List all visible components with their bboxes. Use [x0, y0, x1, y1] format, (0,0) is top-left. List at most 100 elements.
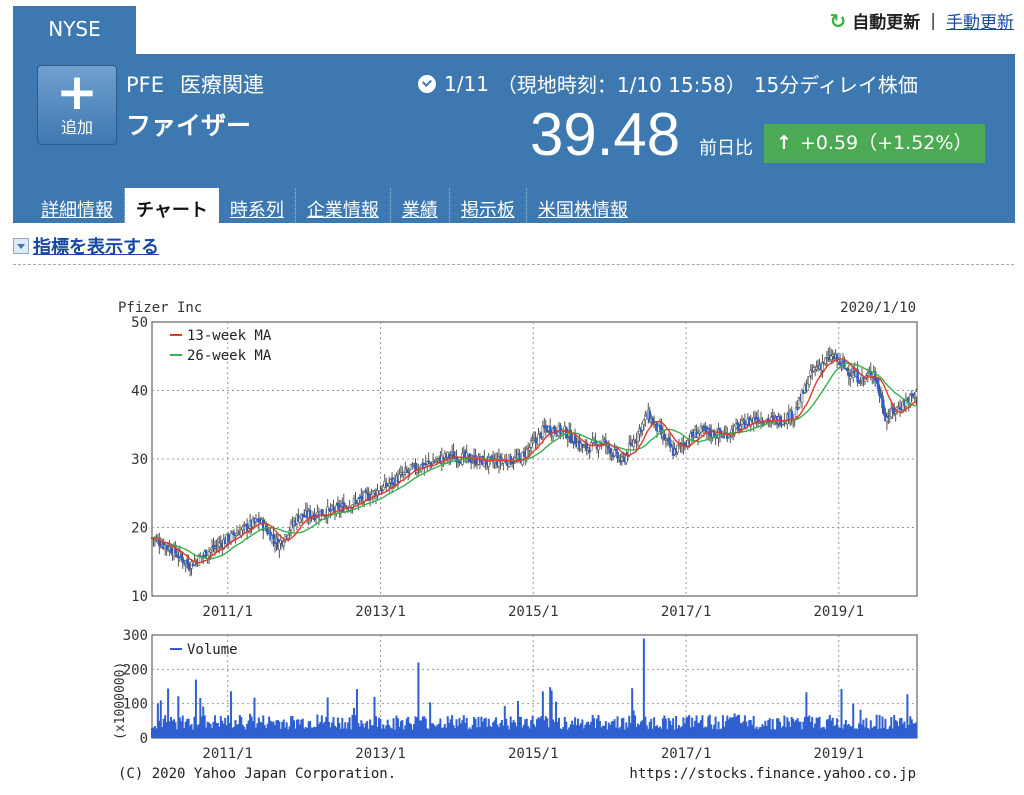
candle-body: [876, 379, 880, 390]
volume-axis-unit: (x1000000): [113, 662, 128, 740]
auto-refresh-label[interactable]: 自動更新: [852, 8, 920, 33]
candle-body: [614, 448, 618, 451]
candle-body: [209, 549, 212, 553]
volume-x-tick-label: 2013/1: [355, 746, 406, 762]
price-change-value: +0.59（+1.52%）: [799, 132, 973, 154]
candle-body: [398, 474, 401, 482]
price-x-tick-label: 2019/1: [813, 604, 864, 620]
candle-body: [518, 452, 521, 458]
candle-body: [229, 532, 233, 542]
sector-label: 医療関連: [180, 73, 265, 97]
candle-body: [739, 425, 742, 430]
time-info: 1/11 （現地時刻：1/10 15:58） 15分ディレイ株価: [418, 69, 918, 98]
tab-4[interactable]: 業績: [391, 188, 450, 223]
candle-body: [846, 368, 849, 371]
candle-body: [414, 462, 417, 471]
footer-copyright: (C) 2020 Yahoo Japan Corporation.: [118, 766, 396, 782]
candle-body: [740, 420, 744, 425]
candle-body: [582, 445, 586, 448]
candle-body: [847, 372, 851, 377]
tab-1[interactable]: チャート: [125, 188, 219, 223]
candle-body: [825, 357, 829, 360]
tab-0[interactable]: 詳細情報: [13, 188, 125, 223]
price-chart: 102030405001002003002011/12011/12013/120…: [113, 300, 918, 782]
tab-6[interactable]: 米国株情報: [527, 188, 639, 223]
candle-body: [914, 391, 918, 397]
candle-body: [357, 498, 360, 504]
candle-body: [449, 455, 452, 458]
ticker-symbol: PFE: [126, 73, 165, 97]
add-button-label: 追加: [60, 118, 93, 137]
refresh-separator: |: [930, 10, 936, 31]
candle-body: [474, 455, 477, 465]
candle-body: [188, 569, 192, 572]
chart-date: 2020/1/10: [840, 300, 916, 316]
price-change-badge: ↑ +0.59（+1.52%）: [764, 124, 985, 163]
delay-note: 15分ディレイ株価: [753, 73, 918, 97]
candle-body: [796, 408, 799, 411]
candle-body: [436, 458, 439, 460]
show-indicators-link[interactable]: 指標を表示する: [13, 233, 159, 259]
legend-ma26-label: 26-week MA: [187, 348, 272, 364]
candle-body: [859, 382, 862, 384]
candle-body: [521, 452, 524, 465]
candle-body: [406, 471, 410, 474]
candle-body: [699, 426, 703, 433]
candle-body: [241, 526, 245, 531]
candle-body: [282, 541, 286, 546]
candle-body: [616, 451, 619, 459]
candle-body: [589, 441, 593, 452]
candle-body: [201, 555, 205, 557]
stock-tabs: 詳細情報 チャート 時系列 企業情報 業績 掲示板 米国株情報: [13, 188, 639, 223]
price-y-tick-label: 20: [131, 521, 148, 537]
legend-volume-label: Volume: [187, 642, 238, 658]
volume-x-tick-label: 2015/1: [508, 746, 559, 762]
plus-icon: +: [56, 63, 98, 121]
candle-body: [442, 457, 445, 460]
candle-body: [365, 492, 369, 494]
company-name: ファイザー: [126, 111, 252, 140]
price-y-tick-label: 10: [131, 589, 148, 605]
diff-label: 前日比: [699, 138, 753, 159]
candle-body: [866, 373, 870, 376]
tab-5[interactable]: 掲示板: [450, 188, 527, 223]
candle-body: [531, 440, 534, 444]
candle-body: [434, 460, 438, 463]
candle-body: [528, 447, 531, 451]
candle-body: [471, 460, 474, 463]
candle-body: [213, 546, 217, 549]
candle-body: [422, 464, 426, 468]
add-button[interactable]: + 追加: [37, 65, 117, 145]
candle-body: [807, 375, 811, 386]
candle-body: [642, 419, 646, 425]
candle-body: [597, 445, 600, 451]
candle-body: [894, 411, 897, 414]
volume-y-tick-label: 0: [140, 731, 148, 747]
candle-body: [187, 562, 190, 570]
expand-toggle-icon[interactable]: [13, 238, 29, 254]
quote-date: 1/11: [444, 71, 489, 96]
price-x-tick-label: 2017/1: [661, 604, 712, 620]
refresh-controls: ↻ 自動更新 | 手動更新: [830, 8, 1015, 34]
candle-body: [234, 535, 237, 538]
candle-body: [566, 437, 570, 439]
price-x-tick-label: 2011/1: [202, 604, 253, 620]
volume-y-tick-label: 300: [123, 628, 148, 644]
candle-body: [696, 433, 700, 438]
candle-body: [362, 492, 366, 502]
candle-body: [427, 460, 430, 462]
chart-title: Pfizer Inc: [118, 300, 202, 316]
candle-body: [411, 465, 414, 468]
candle-body: [302, 515, 306, 518]
legend-ma13-label: 13-week MA: [187, 328, 272, 344]
volume-x-tick-label: 2017/1: [661, 746, 712, 762]
check-clock-icon: [418, 74, 436, 93]
local-time: （現地時刻：1/10 15:58）: [496, 73, 746, 97]
tab-3[interactable]: 企業情報: [296, 188, 391, 223]
tab-2[interactable]: 時系列: [219, 188, 296, 223]
candle-body: [332, 506, 335, 510]
candle-body: [158, 540, 161, 546]
candle-body: [909, 394, 912, 404]
price-y-tick-label: 40: [131, 384, 148, 400]
manual-refresh-link[interactable]: 手動更新: [946, 8, 1014, 33]
